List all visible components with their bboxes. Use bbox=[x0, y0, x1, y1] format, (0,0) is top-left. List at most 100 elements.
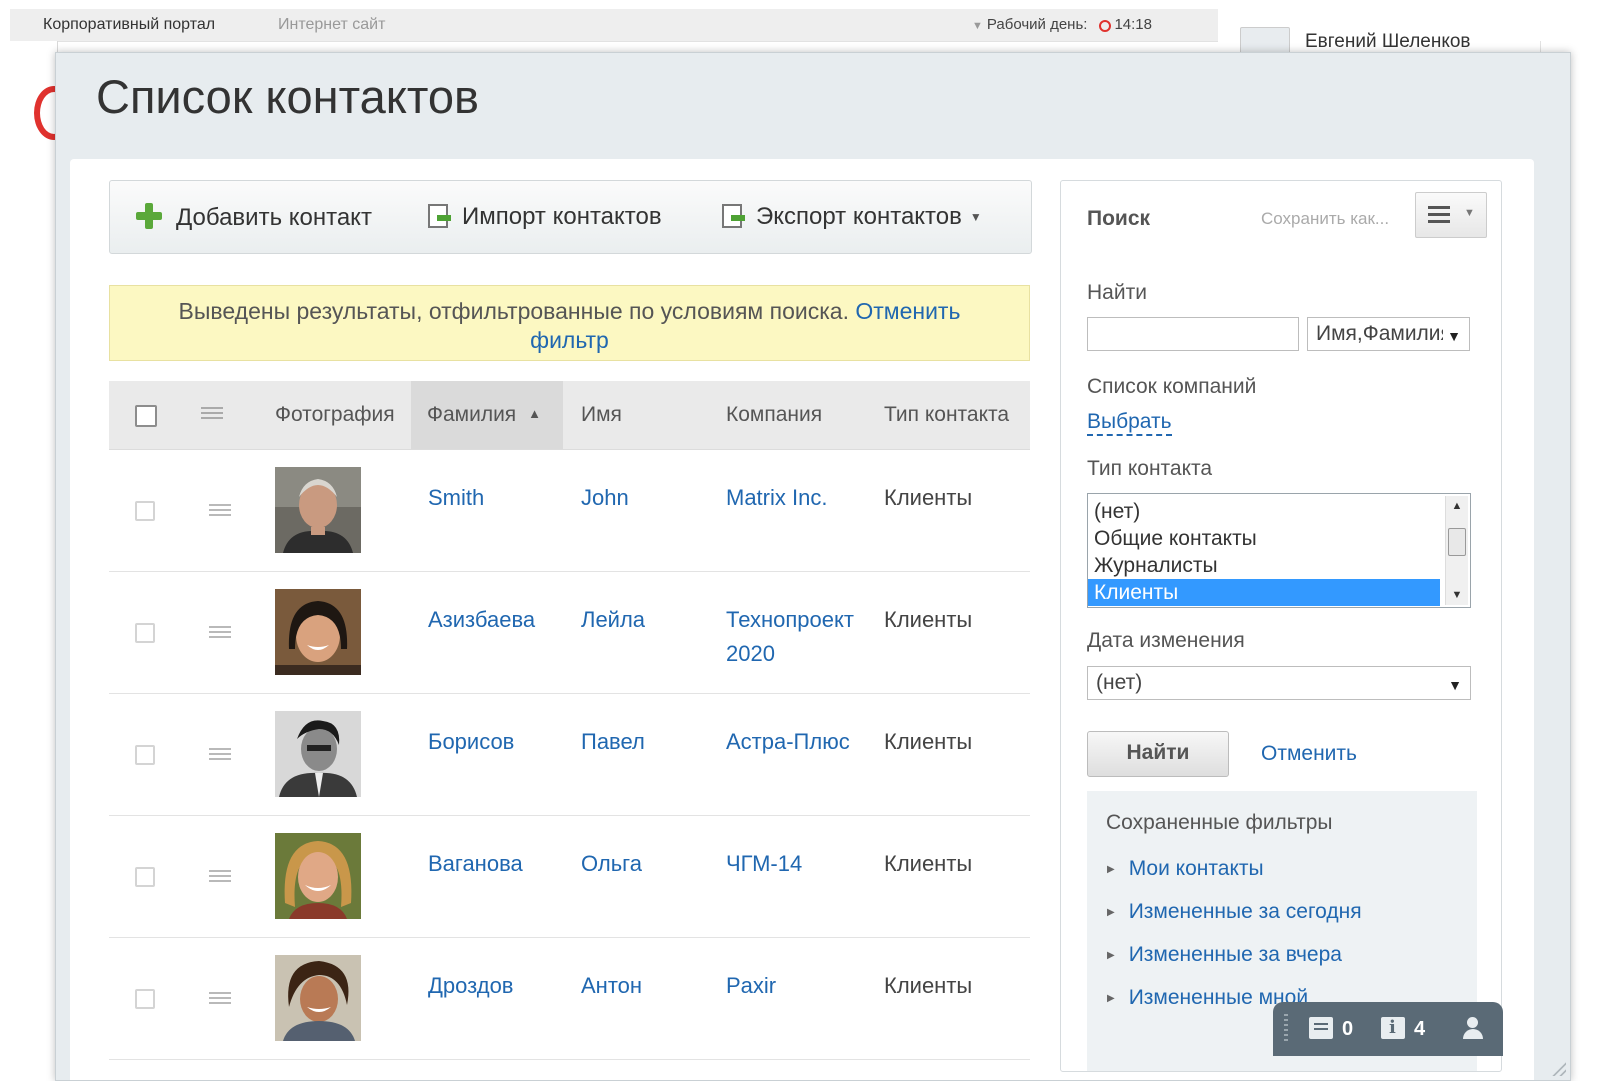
chevron-down-icon: ▼ bbox=[969, 210, 982, 224]
table-row[interactable]: Smith John Matrix Inc. Клиенты bbox=[109, 450, 1030, 572]
contact-firstname[interactable]: Антон bbox=[581, 969, 642, 1003]
column-header-lastname[interactable]: Фамилия ▲ bbox=[411, 381, 563, 449]
contact-type-listbox[interactable]: (нет) Общие контакты Журналисты Клиенты … bbox=[1087, 493, 1471, 608]
sort-asc-icon: ▲ bbox=[528, 406, 542, 421]
messages-count[interactable]: 0 bbox=[1342, 1018, 1353, 1041]
contact-photo[interactable] bbox=[275, 711, 361, 797]
saved-filter-item[interactable]: ▶ Измененные за сегодня bbox=[1107, 900, 1362, 924]
date-changed-label: Дата изменения bbox=[1087, 629, 1245, 652]
triangle-right-icon: ▶ bbox=[1107, 907, 1115, 918]
table-row[interactable]: Ваганова Ольга ЧГМ-14 Клиенты bbox=[109, 816, 1030, 938]
column-settings-icon[interactable] bbox=[201, 407, 223, 421]
triangle-right-icon: ▶ bbox=[1107, 993, 1115, 1004]
row-menu-icon[interactable] bbox=[209, 504, 231, 518]
triangle-right-icon: ▶ bbox=[1107, 950, 1115, 961]
saved-filter-item[interactable]: ▶ Мои контакты bbox=[1107, 857, 1264, 881]
column-header-type[interactable]: Тип контакта bbox=[884, 403, 1009, 427]
notifications-icon[interactable] bbox=[1381, 1017, 1405, 1039]
row-checkbox[interactable] bbox=[135, 745, 155, 765]
contact-lastname[interactable]: Ваганова bbox=[428, 847, 523, 881]
contact-company[interactable]: Matrix Inc. bbox=[726, 481, 866, 515]
date-changed-value: (нет) bbox=[1096, 671, 1143, 694]
scroll-thumb[interactable] bbox=[1448, 528, 1466, 556]
add-contact-button[interactable]: Добавить контакт bbox=[136, 203, 372, 232]
contact-firstname[interactable]: Лейла bbox=[581, 603, 645, 637]
export-contacts-button[interactable]: Экспорт контактов ▼ bbox=[722, 203, 982, 231]
column-header-lastname-label: Фамилия bbox=[427, 403, 517, 426]
table-row[interactable]: Борисов Павел Астра-Плюс Клиенты bbox=[109, 694, 1030, 816]
column-header-photo: Фотография bbox=[275, 403, 395, 426]
row-menu-icon[interactable] bbox=[209, 870, 231, 884]
search-fields-select[interactable]: Имя,Фамилия ▼ bbox=[1307, 317, 1470, 351]
contact-photo[interactable] bbox=[275, 589, 361, 675]
row-menu-icon[interactable] bbox=[209, 748, 231, 762]
row-checkbox[interactable] bbox=[135, 989, 155, 1009]
messages-icon[interactable] bbox=[1309, 1017, 1333, 1039]
contact-lastname[interactable]: Smith bbox=[428, 481, 484, 515]
contact-lastname[interactable]: Азизбаева bbox=[428, 603, 535, 637]
tab-corporate-portal[interactable]: Корпоративный портал bbox=[43, 16, 215, 34]
workday-widget[interactable]: ▼ Рабочий день: 14:18 bbox=[972, 16, 1152, 33]
cancel-button[interactable]: Отменить bbox=[1261, 742, 1357, 766]
contacts-toolbar: Добавить контакт Импорт контактов Экспор… bbox=[109, 180, 1032, 254]
hamburger-icon bbox=[1428, 206, 1450, 227]
listbox-option-selected[interactable]: Клиенты bbox=[1088, 579, 1440, 606]
listbox-option[interactable]: (нет) bbox=[1088, 498, 1440, 525]
filter-notice: Выведены результаты, отфильтрованные по … bbox=[109, 285, 1030, 361]
contact-company[interactable]: Paxir bbox=[726, 969, 866, 1003]
import-icon bbox=[428, 204, 451, 228]
clock-icon bbox=[1099, 20, 1112, 32]
export-icon bbox=[722, 204, 745, 228]
column-header-firstname[interactable]: Имя bbox=[581, 403, 622, 427]
column-header-company[interactable]: Компания bbox=[726, 403, 822, 427]
saved-filter-label: Измененные за вчера bbox=[1128, 943, 1342, 966]
notifications-count[interactable]: 4 bbox=[1414, 1018, 1425, 1041]
search-panel: Поиск Сохранить как... ▼ Найти Имя,Фамил… bbox=[1060, 180, 1502, 1072]
contact-firstname[interactable]: Павел bbox=[581, 725, 645, 759]
select-all-checkbox[interactable] bbox=[135, 405, 157, 427]
listbox-option[interactable]: Общие контакты bbox=[1088, 525, 1440, 552]
contact-firstname[interactable]: John bbox=[581, 481, 629, 515]
select-companies-link[interactable]: Выбрать bbox=[1087, 410, 1172, 436]
import-contacts-button[interactable]: Импорт контактов bbox=[428, 203, 662, 231]
save-filter-as-link[interactable]: Сохранить как... bbox=[1261, 209, 1389, 229]
import-contacts-label: Импорт контактов bbox=[462, 203, 662, 230]
notification-bar: 0 4 bbox=[1273, 1002, 1503, 1056]
contact-photo[interactable] bbox=[275, 467, 361, 553]
contact-firstname[interactable]: Ольга bbox=[581, 847, 642, 881]
saved-filter-item[interactable]: ▶ Измененные за вчера bbox=[1107, 943, 1342, 967]
resize-handle[interactable] bbox=[1552, 1062, 1566, 1076]
row-checkbox[interactable] bbox=[135, 623, 155, 643]
scroll-down-icon[interactable]: ▼ bbox=[1446, 585, 1468, 605]
contact-lastname[interactable]: Борисов bbox=[428, 725, 514, 759]
contact-lastname[interactable]: Дроздов bbox=[428, 969, 514, 1003]
user-name[interactable]: Евгений Шеленков bbox=[1305, 31, 1471, 53]
contact-company[interactable]: ЧГМ-14 bbox=[726, 847, 866, 881]
contact-company[interactable]: Астра-Плюс bbox=[726, 725, 866, 759]
table-row[interactable]: Дроздов Антон Paxir Клиенты bbox=[109, 938, 1030, 1060]
search-input[interactable] bbox=[1087, 317, 1299, 351]
tab-website[interactable]: Интернет сайт bbox=[278, 16, 385, 34]
search-fields-value: Имя,Фамилия bbox=[1316, 322, 1452, 345]
scroll-up-icon[interactable]: ▲ bbox=[1446, 496, 1468, 516]
date-changed-select[interactable]: (нет) ▼ bbox=[1087, 666, 1471, 700]
drag-handle[interactable] bbox=[1284, 1014, 1288, 1044]
search-title: Поиск bbox=[1087, 207, 1151, 230]
dropdown-arrow-icon: ▼ bbox=[1448, 677, 1462, 693]
find-button[interactable]: Найти bbox=[1087, 731, 1229, 777]
contact-type-label: Тип контакта bbox=[1087, 457, 1213, 480]
row-menu-icon[interactable] bbox=[209, 626, 231, 640]
contact-company[interactable]: Технопроект 2020 bbox=[726, 603, 866, 671]
row-checkbox[interactable] bbox=[135, 501, 155, 521]
filter-menu-button[interactable]: ▼ bbox=[1415, 192, 1487, 238]
workday-time: 14:18 bbox=[1114, 16, 1152, 33]
contact-type: Клиенты bbox=[884, 973, 973, 998]
contact-photo[interactable] bbox=[275, 833, 361, 919]
table-row[interactable]: Азизбаева Лейла Технопроект 2020 Клиенты bbox=[109, 572, 1030, 694]
contact-photo[interactable] bbox=[275, 955, 361, 1041]
users-icon[interactable] bbox=[1463, 1017, 1491, 1041]
row-menu-icon[interactable] bbox=[209, 992, 231, 1006]
listbox-scrollbar[interactable]: ▲ ▼ bbox=[1445, 496, 1468, 605]
row-checkbox[interactable] bbox=[135, 867, 155, 887]
listbox-option[interactable]: Журналисты bbox=[1088, 552, 1440, 579]
